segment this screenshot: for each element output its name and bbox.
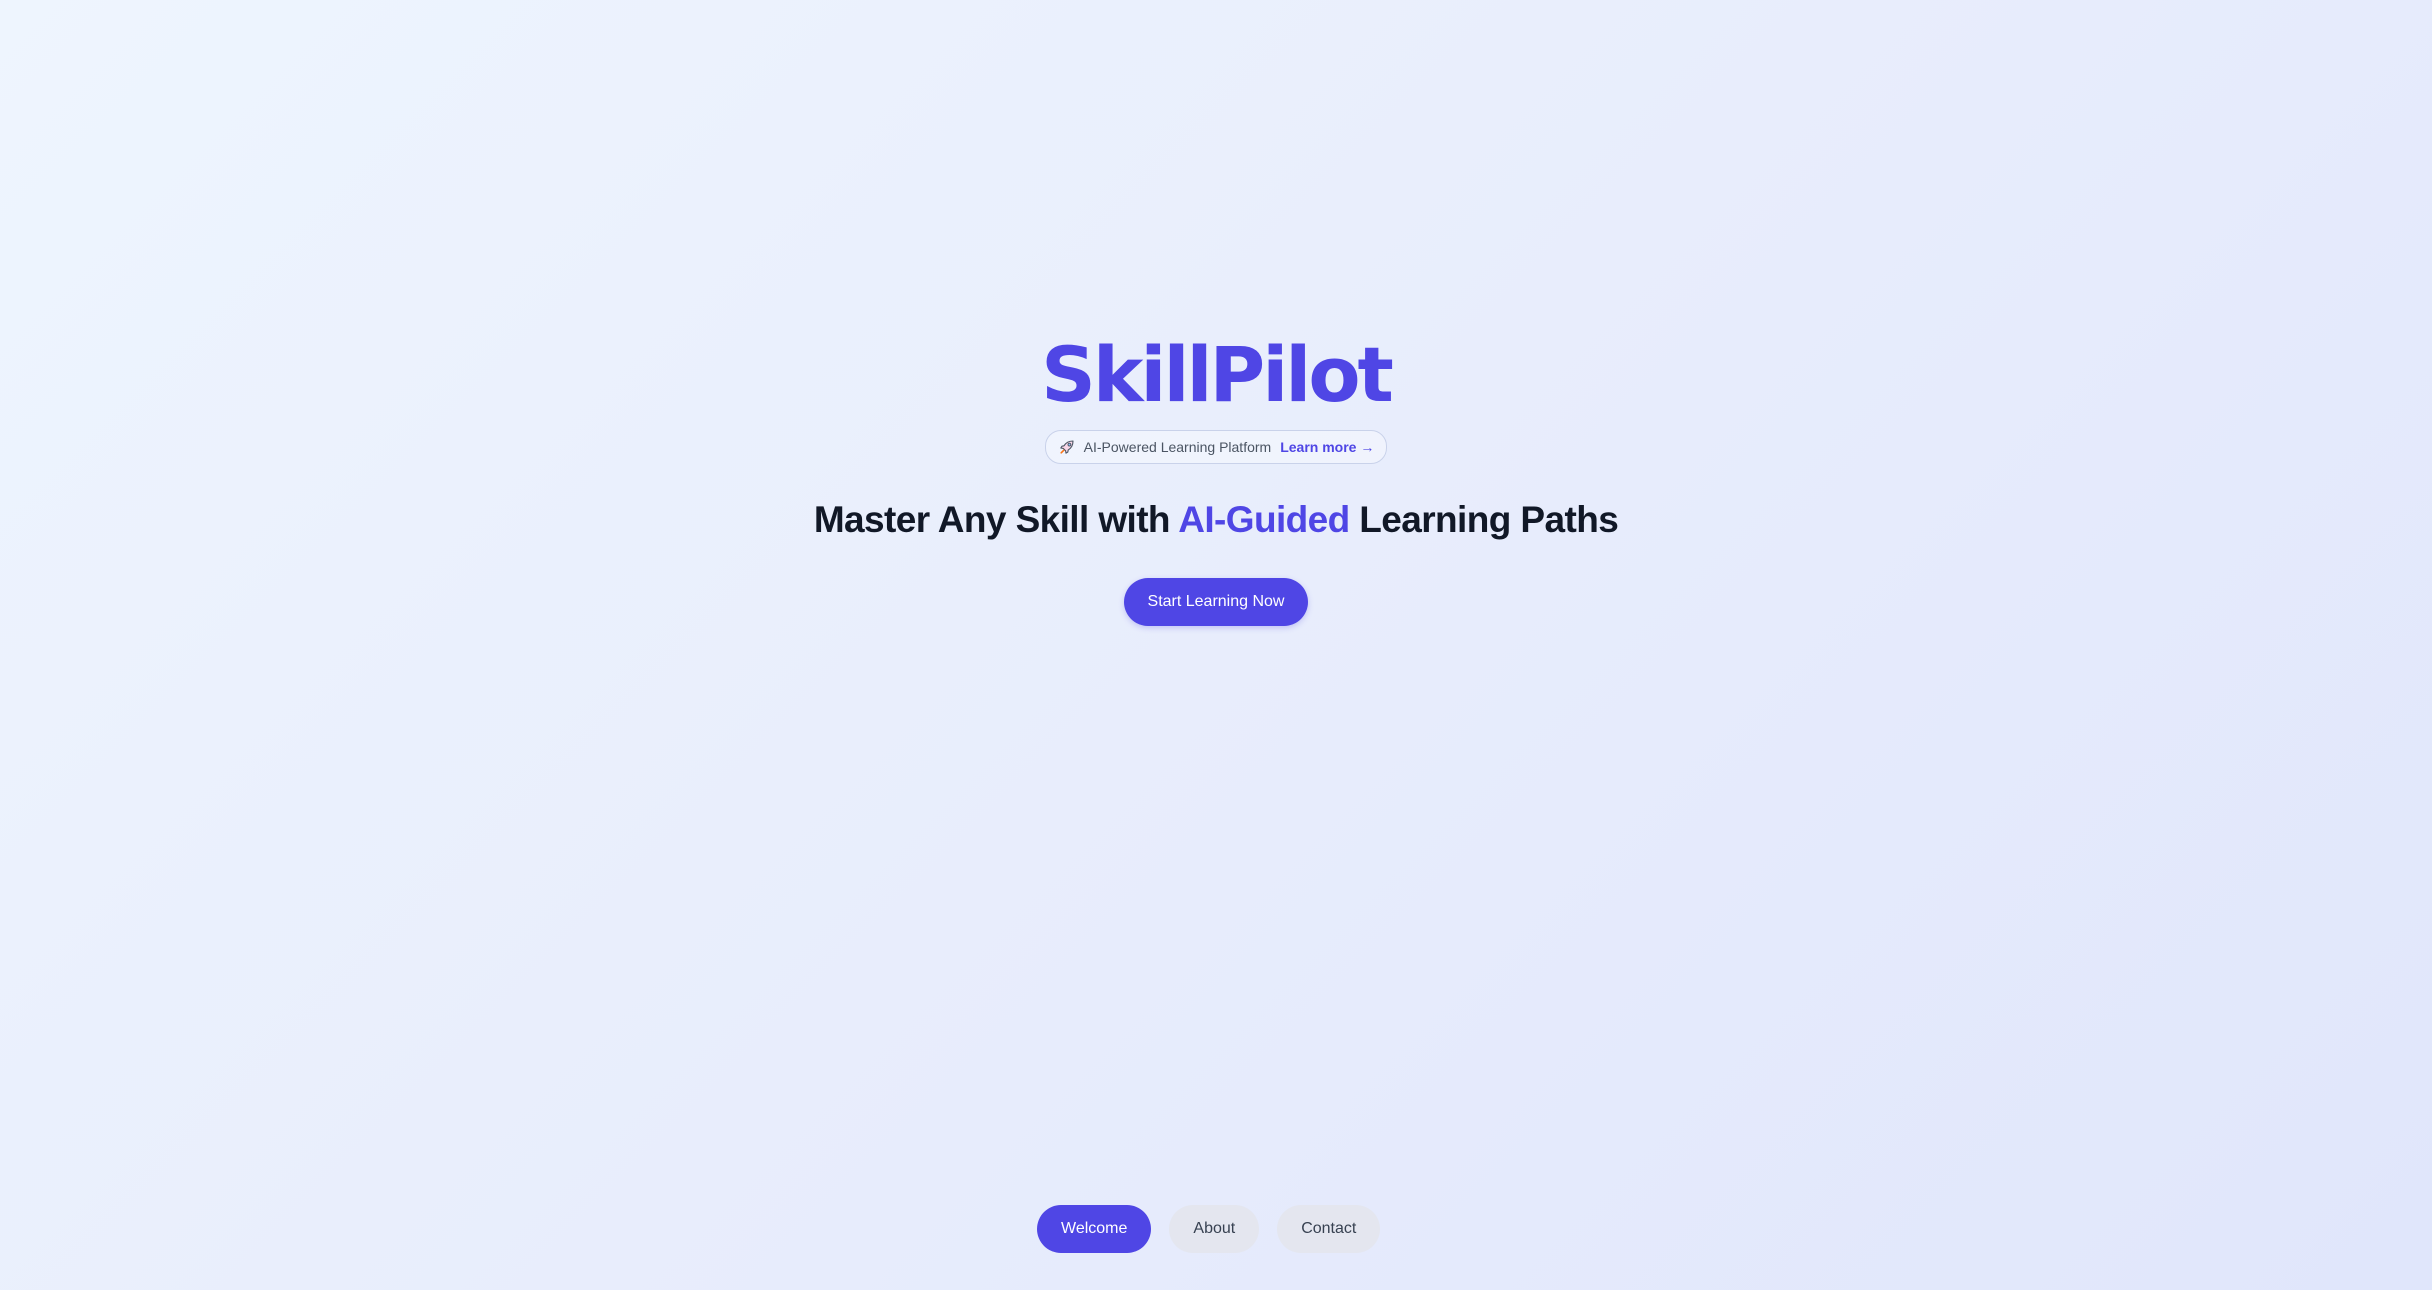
headline-text-end: Learning Paths (1349, 499, 1619, 540)
hero-headline: Master Any Skill with AI-Guided Learning… (813, 496, 1619, 544)
nav-about-button[interactable]: About (1169, 1205, 1260, 1253)
hero-section: SkillPilot AI-Powered Learning Platform … (0, 330, 2432, 626)
bottom-navigation: Welcome About Contact (1037, 1205, 1381, 1253)
learn-more-link[interactable]: Learn more → (1280, 439, 1374, 455)
headline-text-start: Master Any Skill with (813, 499, 1179, 540)
headline-accent-text: AI-Guided (1178, 499, 1350, 540)
nav-welcome-button[interactable]: Welcome (1037, 1205, 1152, 1253)
brand-title: SkillPilot (1041, 330, 1394, 419)
badge-text: AI-Powered Learning Platform (1083, 439, 1272, 455)
rocket-icon (1058, 438, 1076, 456)
nav-contact-button[interactable]: Contact (1277, 1205, 1381, 1253)
announcement-badge: AI-Powered Learning Platform Learn more … (1044, 430, 1388, 464)
start-learning-button[interactable]: Start Learning Now (1123, 578, 1309, 626)
